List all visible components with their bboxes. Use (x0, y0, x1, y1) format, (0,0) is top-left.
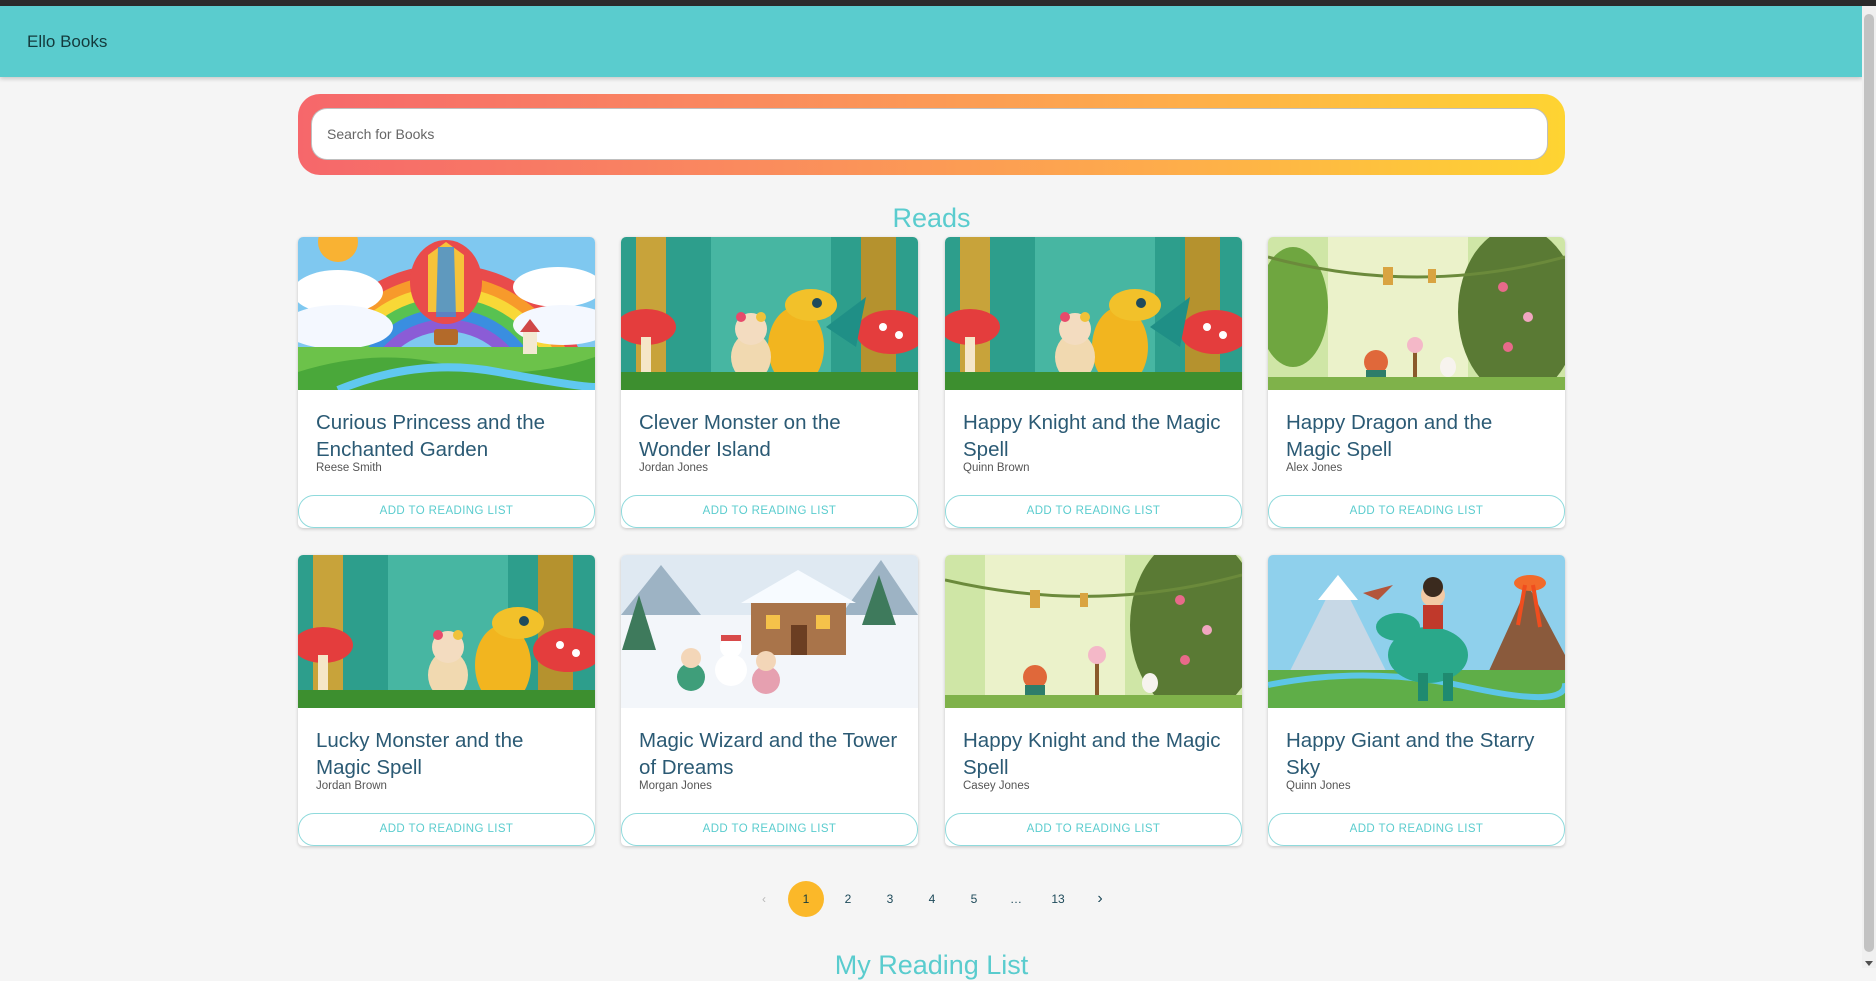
book-cover-image[interactable] (945, 555, 1242, 708)
reading-list-section-title: My Reading List (834, 950, 1029, 980)
add-to-reading-list-button[interactable]: ADD TO READING LIST (945, 495, 1242, 528)
search-field[interactable] (311, 108, 1548, 160)
book-author: Alex Jones (1286, 462, 1343, 474)
reads-section-title: Reads (892, 203, 971, 233)
page-13-button[interactable]: 13 (1040, 881, 1076, 917)
book-author: Casey Jones (963, 780, 1030, 792)
scroll-down-arrow-icon[interactable] (1865, 961, 1873, 966)
book-title: Happy Dragon and the Magic Spell (1286, 411, 1493, 461)
book-author: Quinn Jones (1286, 780, 1351, 792)
book-cover-image[interactable] (621, 237, 918, 390)
book-card: Lucky Monster and the Magic Spell Jordan… (298, 555, 595, 846)
add-to-reading-list-button[interactable]: ADD TO READING LIST (298, 813, 595, 846)
add-to-reading-list-button[interactable]: ADD TO READING LIST (1268, 813, 1565, 846)
pagination: ‹ 1 2 3 4 5 … 13 › (746, 881, 1116, 917)
page-2-button[interactable]: 2 (830, 881, 866, 917)
app-title: Ello Books (27, 32, 108, 51)
book-title: Lucky Monster and the Magic Spell (316, 729, 524, 779)
add-to-reading-list-button[interactable]: ADD TO READING LIST (298, 495, 595, 528)
book-cover-image[interactable] (1268, 555, 1565, 708)
page-1-button[interactable]: 1 (788, 881, 824, 917)
book-author: Morgan Jones (639, 780, 712, 792)
book-title: Curious Princess and the Enchanted Garde… (316, 411, 546, 461)
book-cover-image[interactable] (945, 237, 1242, 390)
book-card: Happy Knight and the Magic Spell Casey J… (945, 555, 1242, 846)
add-to-reading-list-button[interactable]: ADD TO READING LIST (621, 495, 918, 528)
book-card: Clever Monster on the Wonder Island Jord… (621, 237, 918, 528)
book-cover-image[interactable] (298, 237, 595, 390)
book-author: Quinn Brown (963, 462, 1030, 474)
book-card: Happy Knight and the Magic Spell Quinn B… (945, 237, 1242, 528)
add-to-reading-list-button[interactable]: ADD TO READING LIST (945, 813, 1242, 846)
book-title: Happy Giant and the Starry Sky (1286, 729, 1535, 779)
page-scrollbar[interactable] (1862, 6, 1876, 968)
pagination-ellipsis: … (1010, 892, 1022, 906)
add-to-reading-list-button[interactable]: ADD TO READING LIST (621, 813, 918, 846)
add-to-reading-list-button[interactable]: ADD TO READING LIST (1268, 495, 1565, 528)
chevron-right-icon[interactable]: › (1082, 881, 1118, 917)
search-container (298, 94, 1565, 175)
book-title: Clever Monster on the Wonder Island (639, 411, 841, 461)
book-cover-image[interactable] (298, 555, 595, 708)
app-bar: Ello Books (0, 6, 1862, 77)
book-cover-image[interactable] (1268, 237, 1565, 390)
book-author: Jordan Brown (316, 780, 387, 792)
book-card: Curious Princess and the Enchanted Garde… (298, 237, 595, 528)
book-card: Magic Wizard and the Tower of Dreams Mor… (621, 555, 918, 846)
book-title: Happy Knight and the Magic Spell (963, 729, 1221, 779)
search-input[interactable] (312, 109, 1547, 159)
book-cover-image[interactable] (621, 555, 918, 708)
chevron-left-icon[interactable]: ‹ (746, 881, 782, 917)
book-title: Happy Knight and the Magic Spell (963, 411, 1221, 461)
book-card: Happy Dragon and the Magic Spell Alex Jo… (1268, 237, 1565, 528)
scrollbar-thumb[interactable] (1864, 14, 1874, 952)
page-5-button[interactable]: 5 (956, 881, 992, 917)
book-title: Magic Wizard and the Tower of Dreams (639, 729, 898, 779)
book-author: Jordan Jones (639, 462, 709, 474)
page-4-button[interactable]: 4 (914, 881, 950, 917)
book-card: Happy Giant and the Starry Sky Quinn Jon… (1268, 555, 1565, 846)
page-3-button[interactable]: 3 (872, 881, 908, 917)
book-author: Reese Smith (316, 462, 382, 474)
